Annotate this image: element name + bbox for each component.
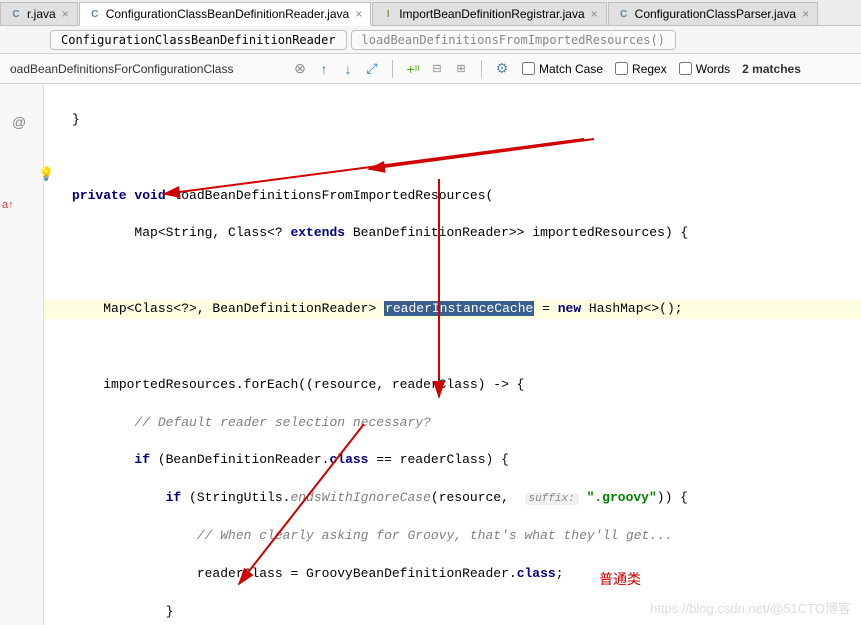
editor-main: @ 💡 a↑ } private void loadBeanDefinition… — [0, 84, 861, 625]
separator — [481, 60, 482, 78]
class-icon: C — [9, 7, 23, 21]
close-icon[interactable]: × — [802, 7, 809, 21]
select-all-icon[interactable]: ⤢ — [364, 61, 380, 77]
tab-config-parser[interactable]: C ConfigurationClassParser.java × — [608, 2, 818, 25]
gutter: @ 💡 a↑ — [0, 84, 44, 625]
close-icon[interactable]: × — [62, 7, 69, 21]
gear-icon[interactable]: ⚙ — [494, 61, 510, 77]
close-icon[interactable]: × — [355, 7, 362, 21]
close-icon[interactable]: × — [591, 7, 598, 21]
regex-checkbox[interactable]: Regex — [615, 62, 667, 76]
search-toolbar: ⊗ ↑ ↓ ⤢ +II ⊟ ⊞ ⚙ Match Case Regex Words… — [0, 54, 861, 84]
clear-icon[interactable]: ⊗ — [292, 61, 308, 77]
breadcrumb-class[interactable]: ConfigurationClassBeanDefinitionReader — [50, 30, 347, 50]
interface-icon: I — [381, 7, 395, 21]
add-icon[interactable]: +II — [405, 61, 421, 77]
breadcrumb-method[interactable]: loadBeanDefinitionsFromImportedResources… — [351, 30, 676, 50]
tab-partial[interactable]: C r.java × — [0, 2, 78, 25]
tab-label: ImportBeanDefinitionRegistrar.java — [399, 7, 584, 21]
expand-icon[interactable]: ⊞ — [453, 61, 469, 77]
code-editor[interactable]: } private void loadBeanDefinitionsFromIm… — [44, 84, 861, 625]
editor-tabs: C r.java × C ConfigurationClassBeanDefin… — [0, 0, 861, 26]
tab-config-reader[interactable]: C ConfigurationClassBeanDefinitionReader… — [79, 2, 372, 26]
matches-count: 2 matches — [742, 62, 801, 76]
words-label: Words — [696, 62, 730, 76]
tab-label: ConfigurationClassParser.java — [635, 7, 796, 21]
regex-input[interactable] — [615, 62, 628, 75]
tab-label: ConfigurationClassBeanDefinitionReader.j… — [106, 7, 349, 21]
override-icon[interactable]: @ — [12, 114, 26, 130]
annotation-label: 普通类 — [599, 569, 641, 589]
tab-import-registrar[interactable]: I ImportBeanDefinitionRegistrar.java × — [372, 2, 606, 25]
watermark: https://blog.csdn.net/@51CTO博客 — [650, 598, 851, 617]
diff-icon[interactable]: a↑ — [2, 199, 14, 211]
tab-label: r.java — [27, 7, 56, 21]
search-input[interactable] — [4, 59, 284, 79]
collapse-icon[interactable]: ⊟ — [429, 61, 445, 77]
class-icon: C — [617, 7, 631, 21]
separator — [392, 60, 393, 78]
match-case-input[interactable] — [522, 62, 535, 75]
words-input[interactable] — [679, 62, 692, 75]
down-icon[interactable]: ↓ — [340, 61, 356, 77]
up-icon[interactable]: ↑ — [316, 61, 332, 77]
regex-label: Regex — [632, 62, 667, 76]
class-icon: C — [88, 7, 102, 21]
words-checkbox[interactable]: Words — [679, 62, 730, 76]
match-case-checkbox[interactable]: Match Case — [522, 62, 603, 76]
breadcrumb: ConfigurationClassBeanDefinitionReader l… — [0, 26, 861, 54]
match-case-label: Match Case — [539, 62, 603, 76]
